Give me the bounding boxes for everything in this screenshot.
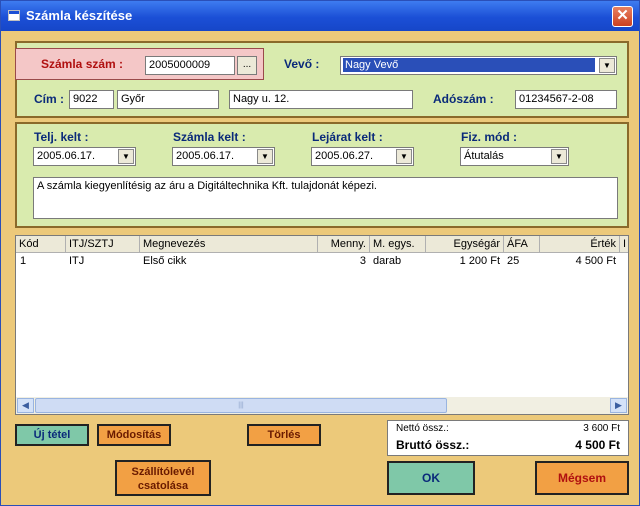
invoice-note-textarea[interactable]: A számla kiegyenlítésig az áru a Digitál… (33, 177, 618, 219)
title-bar[interactable]: Számla készítése ✕ (1, 1, 639, 31)
col-extra[interactable]: I (620, 236, 628, 253)
attach-line-1: Szállítólevél (131, 466, 195, 478)
col-itj[interactable]: ITJ/SZTJ (66, 236, 140, 253)
totals-box: Nettó össz.: 3 600 Ft Bruttó össz.: 4 50… (387, 420, 629, 456)
modify-button[interactable]: Módosítás (97, 424, 171, 446)
col-unit-price[interactable]: Egységár (426, 236, 504, 253)
row-unit-price: 1 200 Ft (459, 255, 500, 267)
payment-method-value: Átutalás (464, 150, 504, 162)
invoice-window: Számla készítése ✕ Számla szám : 2005000… (0, 0, 640, 506)
city-input[interactable]: Győr (117, 90, 219, 109)
new-item-button[interactable]: Új tétel (15, 424, 89, 446)
scroll-left-icon[interactable]: ◀ (17, 398, 34, 413)
cancel-button[interactable]: Mégsem (535, 461, 629, 495)
net-total-value: 3 600 Ft (583, 423, 620, 434)
horizontal-scrollbar[interactable]: ◀ ||| ▶ (16, 397, 628, 414)
row-value: 4 500 Ft (575, 255, 616, 267)
chevron-down-icon[interactable]: ▼ (118, 149, 134, 164)
invoice-number-input[interactable]: 2005000009 (145, 56, 235, 75)
attach-line-2: csatolása (137, 480, 189, 492)
telj-date-picker[interactable]: 2005.06.17. ▼ (33, 147, 136, 166)
invoice-date-value: 2005.06.17. (176, 150, 235, 162)
telj-date-label: Telj. kelt : (34, 130, 89, 144)
invoice-lookup-button[interactable]: ... (237, 56, 257, 75)
chevron-down-icon[interactable]: ▼ (257, 149, 273, 164)
tax-number-input[interactable]: 01234567-2-08 (515, 90, 617, 109)
col-unit[interactable]: M. egys. (370, 236, 426, 253)
scroll-thumb[interactable]: ||| (35, 398, 447, 413)
net-total-label: Nettó össz.: (396, 423, 449, 434)
ok-button[interactable]: OK (387, 461, 475, 495)
row-name: Első cikk (143, 255, 187, 267)
address-label: Cím : (34, 92, 64, 106)
telj-date-value: 2005.06.17. (37, 150, 96, 162)
attach-delivery-note-button[interactable]: Szállítólevél csatolása (115, 460, 211, 496)
window-title: Számla készítése (26, 8, 133, 23)
zip-input[interactable]: 9022 (69, 90, 114, 109)
gross-total-value: 4 500 Ft (575, 438, 620, 452)
payment-method-label: Fiz. mód : (461, 130, 517, 144)
row-itj: ITJ (69, 255, 85, 267)
chevron-down-icon[interactable]: ▼ (599, 58, 615, 73)
col-qty[interactable]: Menny. (318, 236, 370, 253)
table-header: Kód ITJ/SZTJ Megnevezés Menny. M. egys. … (16, 236, 628, 253)
chevron-down-icon[interactable]: ▼ (396, 149, 412, 164)
row-qty: 3 (359, 255, 366, 267)
tax-number-label: Adószám : (433, 92, 494, 106)
buyer-select[interactable]: Nagy Vevő ▼ (340, 56, 617, 75)
due-date-label: Lejárat kelt : (312, 130, 383, 144)
row-code: 1 (20, 255, 27, 267)
gross-total-label: Bruttó össz.: (396, 438, 470, 452)
invoice-number-label: Számla szám : (41, 57, 124, 71)
street-input[interactable]: Nagy u. 12. (229, 90, 413, 109)
scroll-right-icon[interactable]: ▶ (610, 398, 627, 413)
app-icon (8, 10, 20, 21)
payment-method-select[interactable]: Átutalás ▼ (460, 147, 569, 166)
row-vat: 25 (507, 255, 520, 267)
col-vat[interactable]: ÁFA (504, 236, 540, 253)
buyer-selected-value: Nagy Vevő (343, 58, 595, 72)
buyer-label: Vevő : (284, 57, 320, 71)
invoice-date-picker[interactable]: 2005.06.17. ▼ (172, 147, 275, 166)
due-date-value: 2005.06.27. (315, 150, 374, 162)
invoice-date-label: Számla kelt : (173, 130, 246, 144)
col-name[interactable]: Megnevezés (140, 236, 318, 253)
row-unit: darab (373, 255, 402, 267)
delete-button[interactable]: Törlés (247, 424, 321, 446)
col-code[interactable]: Kód (16, 236, 66, 253)
chevron-down-icon[interactable]: ▼ (551, 149, 567, 164)
col-value[interactable]: Érték (540, 236, 620, 253)
close-icon[interactable]: ✕ (612, 6, 633, 27)
items-table[interactable]: Kód ITJ/SZTJ Megnevezés Menny. M. egys. … (15, 235, 629, 415)
due-date-picker[interactable]: 2005.06.27. ▼ (311, 147, 414, 166)
